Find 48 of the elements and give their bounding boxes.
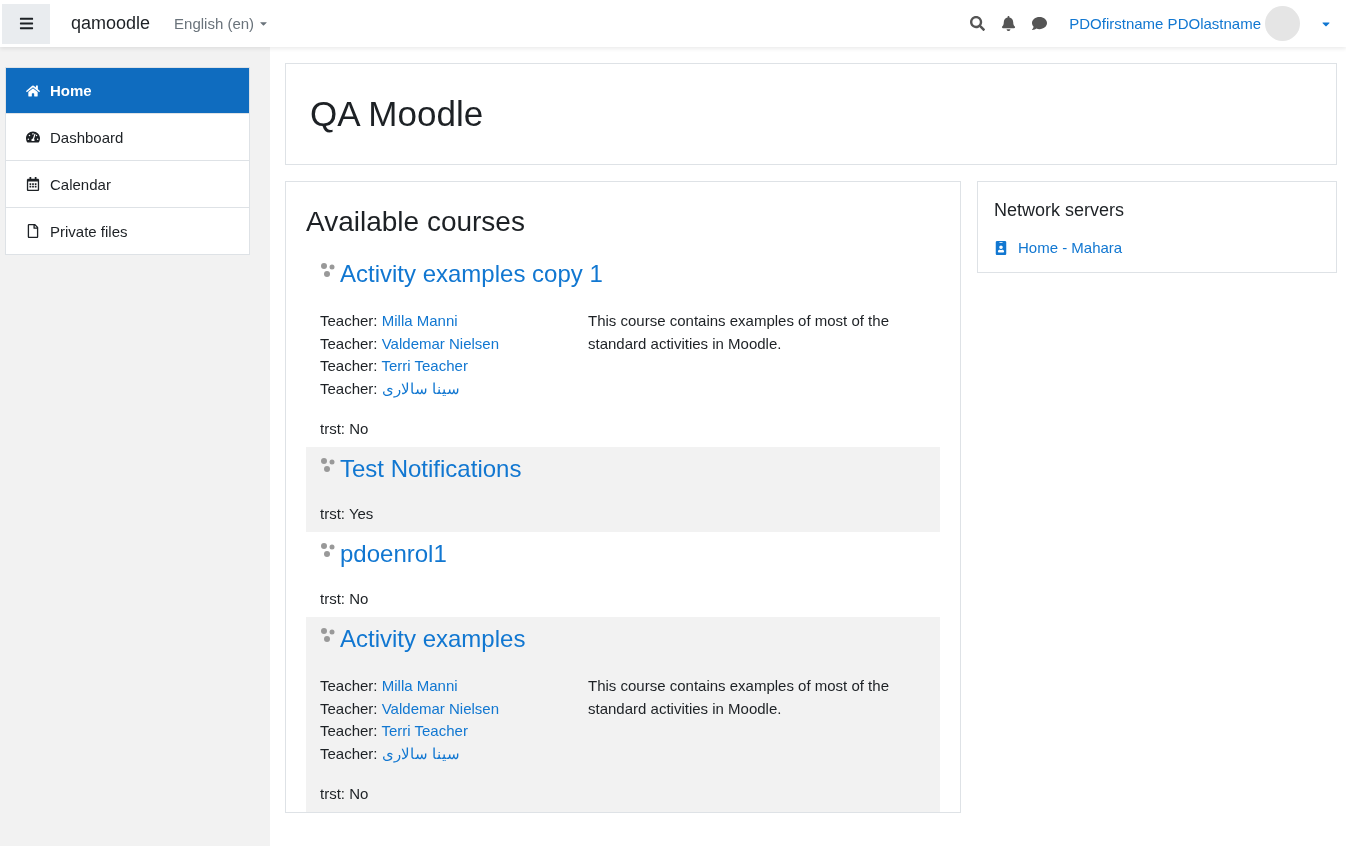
teacher-link[interactable]: سینا سالاری (381, 379, 460, 397)
course-field: trst: No (320, 590, 926, 607)
language-menu[interactable]: English (en) (174, 15, 270, 32)
user-name[interactable]: PDOfirstname PDOlastname (1069, 15, 1261, 32)
course-icon (320, 262, 336, 278)
course-summary: This course contains examples of most of the standard activities in Moodle. (588, 676, 890, 719)
course-link[interactable]: Activity examples (340, 625, 526, 653)
calendar-icon (26, 177, 40, 191)
teacher-label: Teacher: (320, 699, 378, 717)
nav-item[interactable]: Calendar (5, 161, 250, 208)
course-icon (320, 542, 336, 558)
nav-item[interactable]: Private files (5, 208, 250, 255)
nav-item[interactable]: Dashboard (5, 114, 250, 161)
teacher-link[interactable]: سینا سالاری (381, 744, 460, 762)
teacher-label: Teacher: (320, 379, 378, 397)
teacher-link[interactable]: Valdemar Nielsen (381, 334, 499, 352)
course-field: trst: No (320, 785, 926, 802)
teacher-label: Teacher: (320, 677, 378, 694)
teacher-link[interactable]: Milla Manni (381, 312, 458, 329)
block-title: Network servers (994, 200, 1126, 221)
badge-icon (994, 240, 1008, 255)
menu-button[interactable] (2, 3, 50, 44)
teacher-link[interactable]: Valdemar Nielsen (381, 699, 499, 717)
teacher-link[interactable]: Milla Manni (381, 677, 458, 694)
teacher-label: Teacher: (320, 744, 378, 762)
site-name[interactable]: qamoodle (71, 13, 151, 34)
course-field: trst: No (320, 420, 926, 437)
teacher-label: Teacher: (320, 722, 378, 739)
course-link[interactable]: Test Notifications (340, 455, 522, 483)
menu-icon (18, 16, 34, 31)
course-link[interactable]: Activity examples copy 1 (340, 260, 603, 288)
file-icon (26, 224, 40, 238)
course-icon (320, 627, 336, 643)
teacher-label: Teacher: (320, 312, 378, 329)
home-icon (26, 83, 40, 98)
nav-item[interactable]: Home (5, 67, 250, 114)
teacher-label: Teacher: (320, 334, 378, 352)
course-summary: This course contains examples of most of the standard activities in Moodle. (588, 311, 890, 354)
teacher-link[interactable]: Terri Teacher (381, 357, 468, 374)
teacher-label: Teacher: (320, 357, 378, 374)
teacher-link[interactable]: Terri Teacher (381, 722, 468, 739)
section-title: Available courses (306, 206, 526, 238)
gauge-icon (26, 130, 40, 144)
course-icon (320, 457, 336, 473)
course-field: trst: Yes (320, 505, 926, 522)
page-title: QA Moodle (310, 94, 484, 134)
server-link[interactable]: Home - Mahara (994, 239, 1320, 256)
course-link[interactable]: pdoenrol1 (340, 540, 447, 568)
